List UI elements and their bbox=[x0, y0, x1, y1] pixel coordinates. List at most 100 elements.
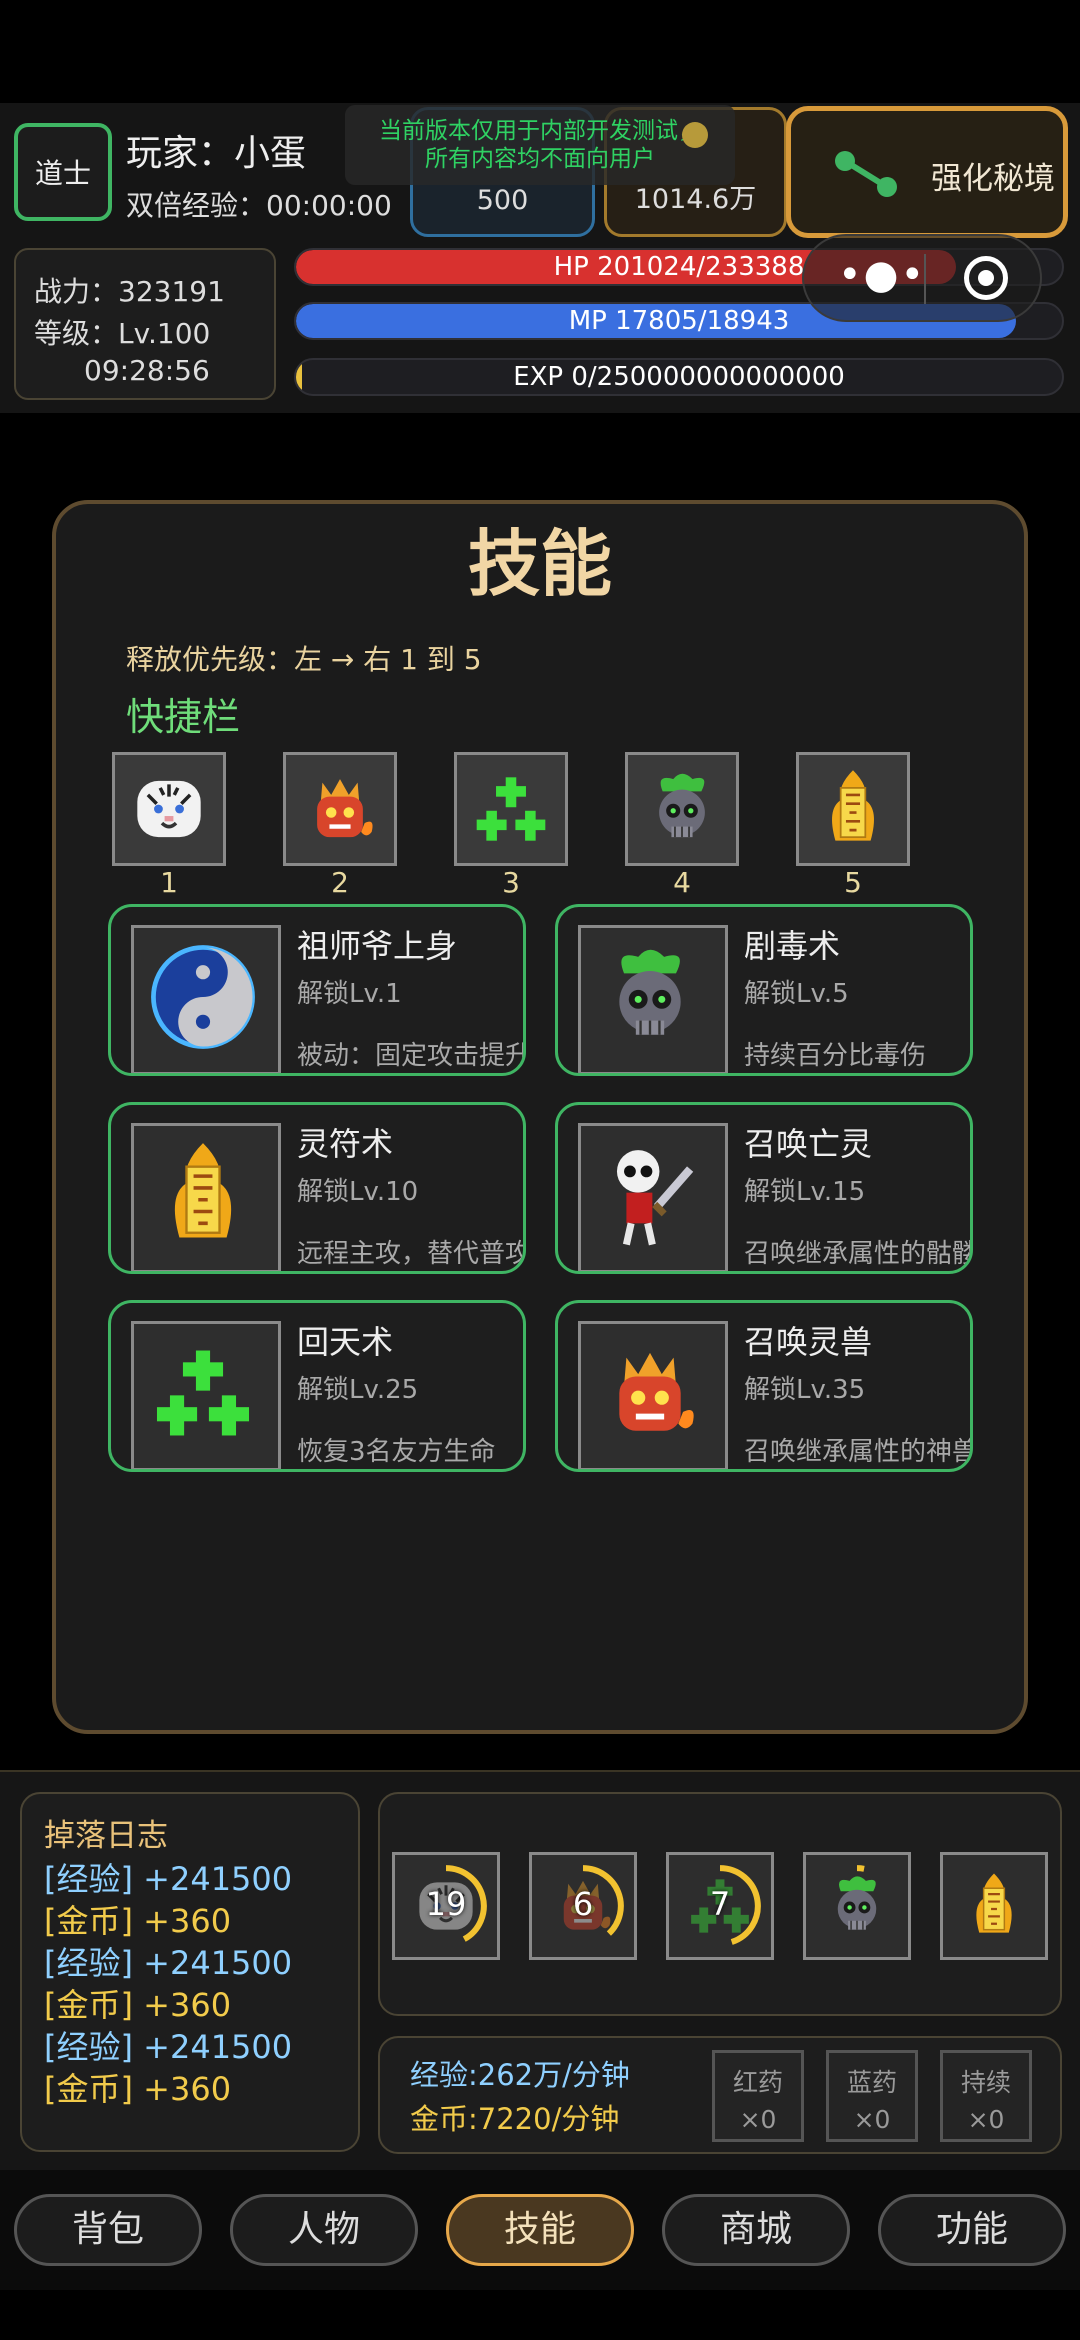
fire-beast-icon bbox=[591, 1334, 709, 1452]
cooldown-count: 7 bbox=[709, 1885, 731, 1923]
drop-log-panel[interactable]: 掉落日志 [经验] +241500 [金币] +360 [经验] +241500 [金… bbox=[20, 1792, 360, 2152]
drop-log-tag: [金币] bbox=[44, 1902, 133, 1940]
power-info-box: 战力：323191 等级：Lv.100 09:28:56 bbox=[14, 248, 276, 400]
drop-log-title: 掉落日志 bbox=[44, 1818, 168, 1854]
double-exp-timer: 双倍经验：00:00:00 bbox=[126, 189, 392, 222]
yin-yang-icon bbox=[144, 938, 262, 1056]
skill-description: 召唤继承属性的神兽 bbox=[744, 1437, 973, 1467]
skill-card[interactable]: 祖师爷上身解锁Lv.1 被动：固定攻击提升 bbox=[108, 904, 526, 1076]
potion-count: ×0 bbox=[739, 2105, 777, 2134]
drop-log-value: +360 bbox=[143, 1986, 232, 2024]
skill-name: 剧毒术 bbox=[744, 927, 841, 965]
skill-description: 持续百分比毒伤 bbox=[744, 1041, 927, 1071]
quickbar-slot-number: 4 bbox=[673, 866, 691, 899]
skill-unlock-level: 解锁Lv.10 bbox=[297, 1177, 419, 1207]
nav-tab[interactable]: 人物 bbox=[230, 2194, 418, 2266]
skill-unlock-level: 解锁Lv.15 bbox=[744, 1177, 866, 1207]
exp-bar: EXP 0/250000000000000 bbox=[294, 358, 1064, 396]
nav-tab[interactable]: 背包 bbox=[14, 2194, 202, 2266]
quickbar-slot-number: 5 bbox=[844, 866, 862, 899]
skill-card[interactable]: 剧毒术解锁Lv.5 持续百分比毒伤 bbox=[555, 904, 973, 1076]
nav-tab[interactable]: 技能 bbox=[446, 2194, 634, 2266]
cooldown-slot[interactable]: 7 bbox=[666, 1852, 774, 1960]
skill-name: 灵符术 bbox=[297, 1125, 394, 1163]
skill-card[interactable]: 召唤灵兽 解锁Lv.35 召唤继承属性的神兽 bbox=[555, 1300, 973, 1472]
skill-icon-frame bbox=[578, 925, 728, 1073]
talisman-icon bbox=[144, 1136, 262, 1254]
skill-description: 远程主攻，替代普攻 bbox=[297, 1239, 526, 1269]
white-tiger-icon bbox=[125, 765, 213, 853]
cooldown-slot[interactable]: 6 bbox=[529, 1852, 637, 1960]
quickbar-slot-number: 2 bbox=[331, 866, 349, 899]
talisman-icon bbox=[809, 765, 897, 853]
cooldown-ring bbox=[951, 1863, 1037, 1949]
class-badge[interactable]: 道士 bbox=[14, 123, 112, 221]
skill-unlock-level: 解锁Lv.5 bbox=[744, 979, 849, 1009]
exp-label: EXP 0/250000000000000 bbox=[513, 362, 845, 392]
drop-log-tag: [金币] bbox=[44, 1986, 133, 2024]
dev-notice-line-1: 当前版本仅用于内部开发测试， bbox=[379, 118, 701, 144]
potion-slot[interactable]: 蓝药 ×0 bbox=[826, 2050, 918, 2142]
drop-log-entry: [经验] +241500 bbox=[44, 1938, 292, 1984]
potion-count: ×0 bbox=[967, 2105, 1005, 2134]
quickbar-slot[interactable] bbox=[283, 752, 397, 866]
poison-skull-icon bbox=[591, 938, 709, 1056]
skill-unlock-level: 解锁Lv.25 bbox=[297, 1375, 419, 1405]
skill-unlock-level: 解锁Lv.1 bbox=[297, 979, 402, 1009]
quickbar-slot[interactable] bbox=[112, 752, 226, 866]
close-target-icon[interactable] bbox=[964, 256, 1008, 300]
quickbar-slot[interactable] bbox=[625, 752, 739, 866]
cooldown-slot[interactable] bbox=[940, 1852, 1048, 1960]
quickbar-slot[interactable] bbox=[796, 752, 910, 866]
drop-log-tag: [金币] bbox=[44, 2070, 133, 2108]
skill-icon-frame bbox=[131, 925, 281, 1073]
game-clock: 09:28:56 bbox=[84, 354, 210, 387]
nav-tab[interactable]: 功能 bbox=[878, 2194, 1066, 2266]
skill-card[interactable]: 灵符术解锁Lv.10 远程主攻，替代普攻 bbox=[108, 1102, 526, 1274]
fire-beast-icon bbox=[296, 765, 384, 853]
skill-card[interactable]: 回天术 解锁Lv.25 恢复3名友方生命 bbox=[108, 1300, 526, 1472]
skill-icon-frame bbox=[131, 1321, 281, 1469]
dev-notice-toast: 当前版本仅用于内部开发测试， 所有内容均不面向用户 bbox=[345, 105, 735, 185]
panel-title: 技能 bbox=[467, 522, 612, 606]
dev-notice-line-2: 所有内容均不面向用户 bbox=[425, 146, 655, 172]
skill-unlock-level: 解锁Lv.35 bbox=[744, 1375, 866, 1405]
enhance-realm-button[interactable]: 强化秘境 bbox=[786, 106, 1068, 238]
green-cross-icon bbox=[467, 765, 555, 853]
skill-card[interactable]: 召唤亡灵 解锁Lv.15 召唤继承属性的骷髅 bbox=[555, 1102, 973, 1274]
drop-log-entry: [金币] +360 bbox=[44, 1980, 231, 2026]
drop-log-value: +360 bbox=[143, 2070, 232, 2108]
more-dots-icon[interactable]: •●• bbox=[838, 252, 926, 298]
cooldown-slot[interactable] bbox=[803, 1852, 911, 1960]
skill-name: 祖师爷上身 bbox=[297, 927, 458, 965]
drop-log-value: +241500 bbox=[143, 1944, 293, 1982]
skill-icon-frame bbox=[578, 1321, 728, 1469]
enhance-realm-label: 强化秘境 bbox=[931, 161, 1055, 197]
potion-count: ×0 bbox=[853, 2105, 891, 2134]
drop-log-tag: [经验] bbox=[44, 1944, 133, 1982]
mini-program-capsule[interactable]: •●• bbox=[802, 234, 1042, 322]
potion-slot[interactable]: 持续 ×0 bbox=[940, 2050, 1032, 2142]
gold-rate: 金币:7220/分钟 bbox=[410, 2102, 620, 2136]
cooldown-slot[interactable]: 19 bbox=[392, 1852, 500, 1960]
quickbar-slot[interactable] bbox=[454, 752, 568, 866]
notice-dot-icon bbox=[682, 122, 708, 148]
nav-tab[interactable]: 商城 bbox=[662, 2194, 850, 2266]
skill-icon-frame bbox=[131, 1123, 281, 1271]
share-link-icon bbox=[835, 151, 897, 197]
skill-icon-frame bbox=[578, 1123, 728, 1271]
drop-log-tag: [经验] bbox=[44, 2028, 133, 2066]
potion-slot[interactable]: 红药 ×0 bbox=[712, 2050, 804, 2142]
exp-rate: 经验:262万/分钟 bbox=[410, 2058, 630, 2092]
capsule-divider bbox=[924, 254, 926, 304]
cooldown-count: 19 bbox=[425, 1885, 467, 1923]
quickbar-title: 快捷栏 bbox=[126, 695, 241, 739]
cooldown-count: 6 bbox=[572, 1885, 594, 1923]
potion-label: 持续 bbox=[960, 2068, 1011, 2097]
quickbar-slot-number: 3 bbox=[502, 866, 520, 899]
skill-description: 被动：固定攻击提升 bbox=[297, 1041, 526, 1071]
cooldown-ring bbox=[856, 1865, 865, 1872]
drop-log-value: +241500 bbox=[143, 2028, 293, 2066]
player-name: 玩家：小蛋 bbox=[126, 133, 307, 174]
player-level: 等级：Lv.100 bbox=[34, 317, 211, 350]
